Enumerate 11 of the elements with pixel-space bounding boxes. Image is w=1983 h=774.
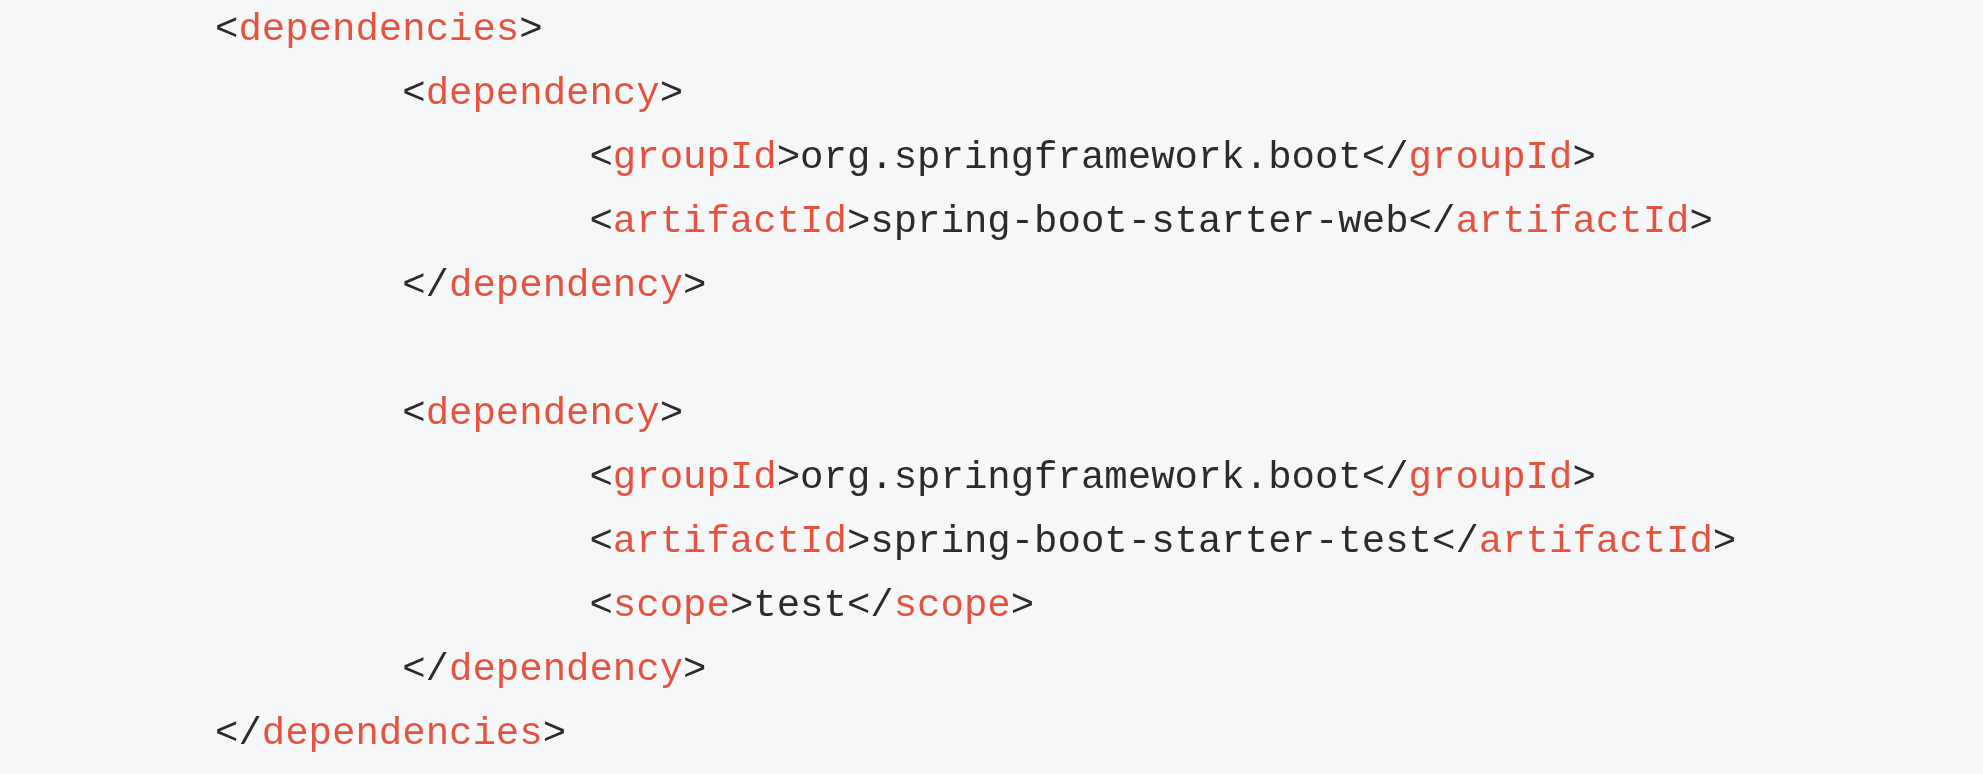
code-line: <artifactId>spring-boot-starter-test</artifactId>: [589, 519, 1737, 566]
code-line: </dependencies>: [215, 711, 567, 758]
code-line: <groupId>org.springframework.boot</groupId>: [589, 135, 1596, 182]
code-line: <groupId>org.springframework.boot</groupId>: [589, 455, 1596, 502]
code-line: <artifactId>spring-boot-starter-web</artifactId>: [589, 199, 1713, 246]
code-line: </dependency>: [402, 263, 707, 310]
code-line: <scope>test</scope>: [589, 583, 1035, 630]
code-line: <dependency>: [402, 391, 684, 438]
code-line: <dependency>: [402, 71, 684, 118]
code-line: </dependency>: [402, 647, 707, 694]
code-line: <dependencies>: [215, 7, 543, 54]
